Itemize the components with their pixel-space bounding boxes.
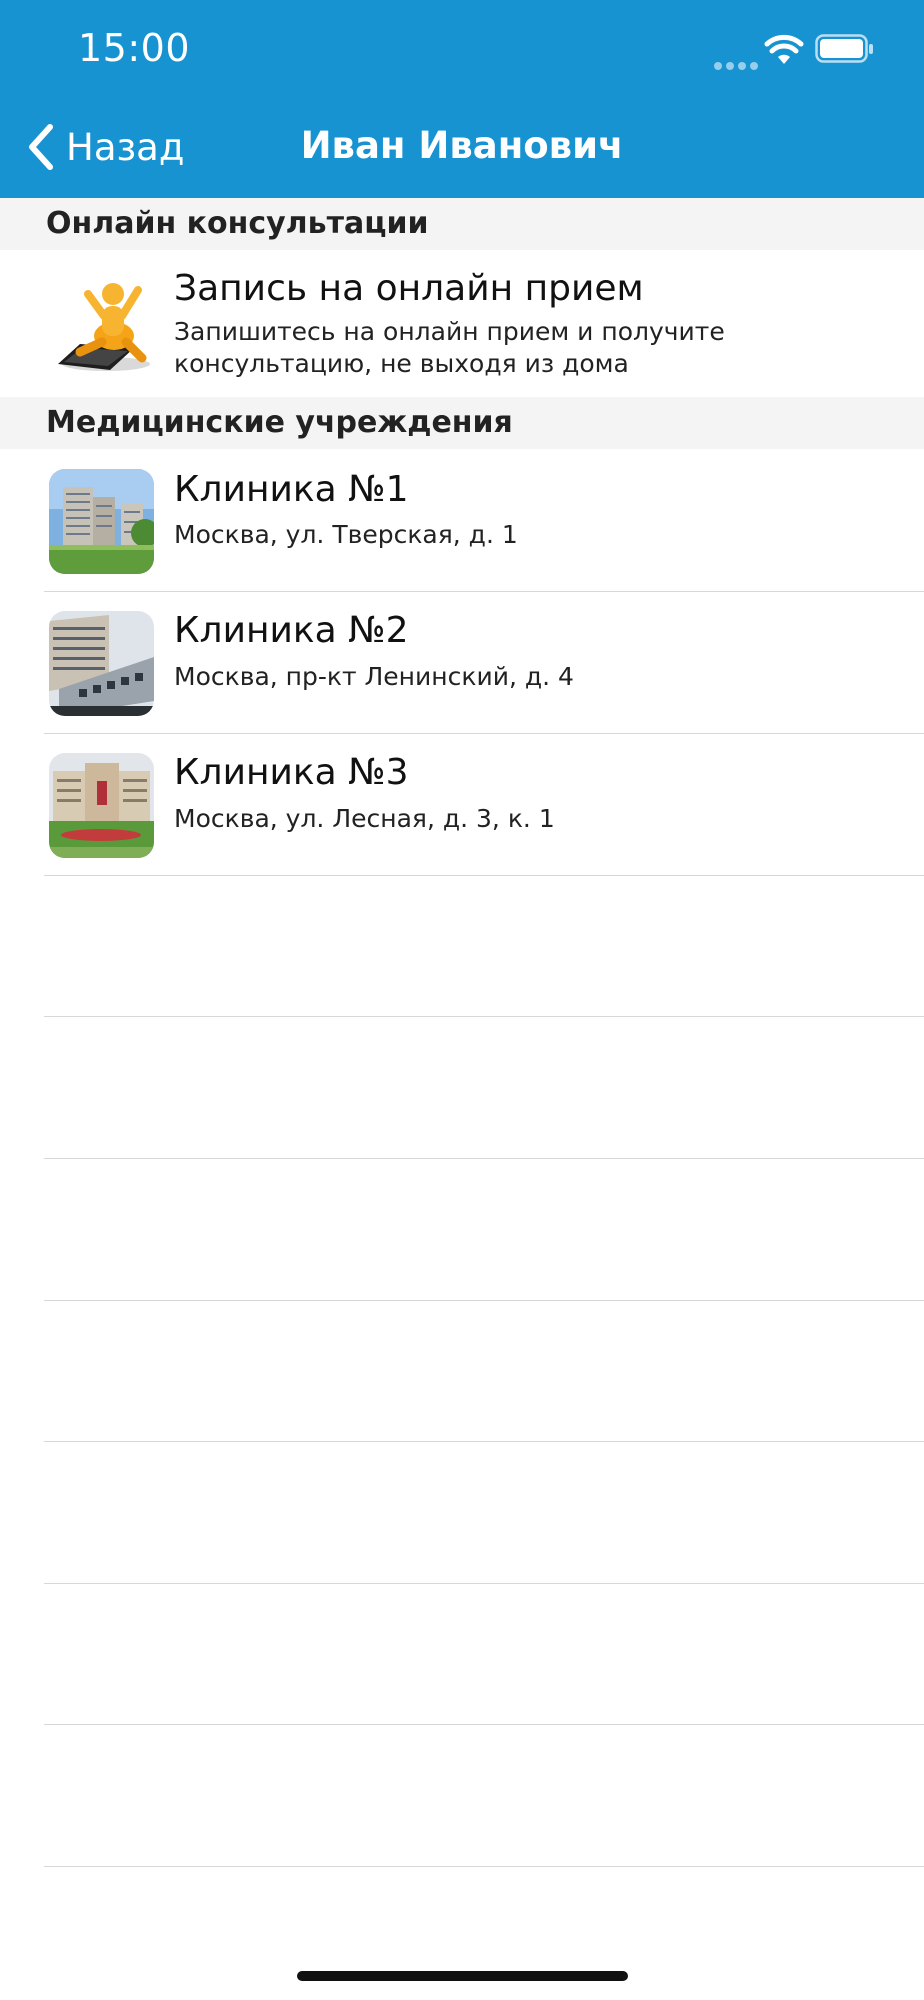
clinic-3-address: Москва, ул. Лесная, д. 3, к. 1 [174,804,555,833]
separator [44,1158,924,1159]
status-time: 15:00 [78,26,191,70]
wifi-icon [764,34,804,64]
separator [44,1441,924,1442]
navigation-bar: 15:00 Назад Иван Иванович [0,0,924,198]
clinic-3-photo [49,753,154,858]
cellular-signal-icon [714,55,762,74]
clinic-2-photo [49,611,154,716]
clinic-item-2[interactable]: Клиника №2 Москва, пр-кт Ленинский, д. 4 [0,592,924,733]
online-consultation-icon [58,283,150,371]
clinic-2-address: Москва, пр-кт Ленинский, д. 4 [174,662,574,691]
separator [44,1866,924,1867]
separator [44,1583,924,1584]
online-appointment-subtitle-1: Запишитесь на онлайн прием и получите [174,317,725,346]
battery-icon [815,34,873,63]
page-title: Иван Иванович [300,124,624,167]
clinic-1-photo [49,469,154,574]
clinic-item-1[interactable]: Клиника №1 Москва, ул. Тверская, д. 1 [0,449,924,591]
clinic-3-title: Клиника №3 [174,752,409,793]
home-indicator[interactable] [297,1971,628,1981]
section-header-clinics: Медицинские учреждения [0,397,924,449]
section-header-online-label: Онлайн консультации [46,206,429,241]
clinic-item-3[interactable]: Клиника №3 Москва, ул. Лесная, д. 3, к. … [0,734,924,875]
clinic-1-address: Москва, ул. Тверская, д. 1 [174,520,518,549]
section-header-online: Онлайн консультации [0,198,924,250]
online-appointment-item[interactable]: Запись на онлайн прием Запишитесь на онл… [0,250,924,397]
separator [44,1300,924,1301]
clinic-2-title: Клиника №2 [174,610,409,651]
separator [44,875,924,876]
separator [44,1016,924,1017]
online-appointment-title: Запись на онлайн прием [174,268,644,309]
online-appointment-subtitle-2: консультацию, не выходя из дома [174,349,629,378]
clinic-1-title: Клиника №1 [174,469,409,510]
separator [44,1724,924,1725]
section-header-clinics-label: Медицинские учреждения [46,405,513,440]
